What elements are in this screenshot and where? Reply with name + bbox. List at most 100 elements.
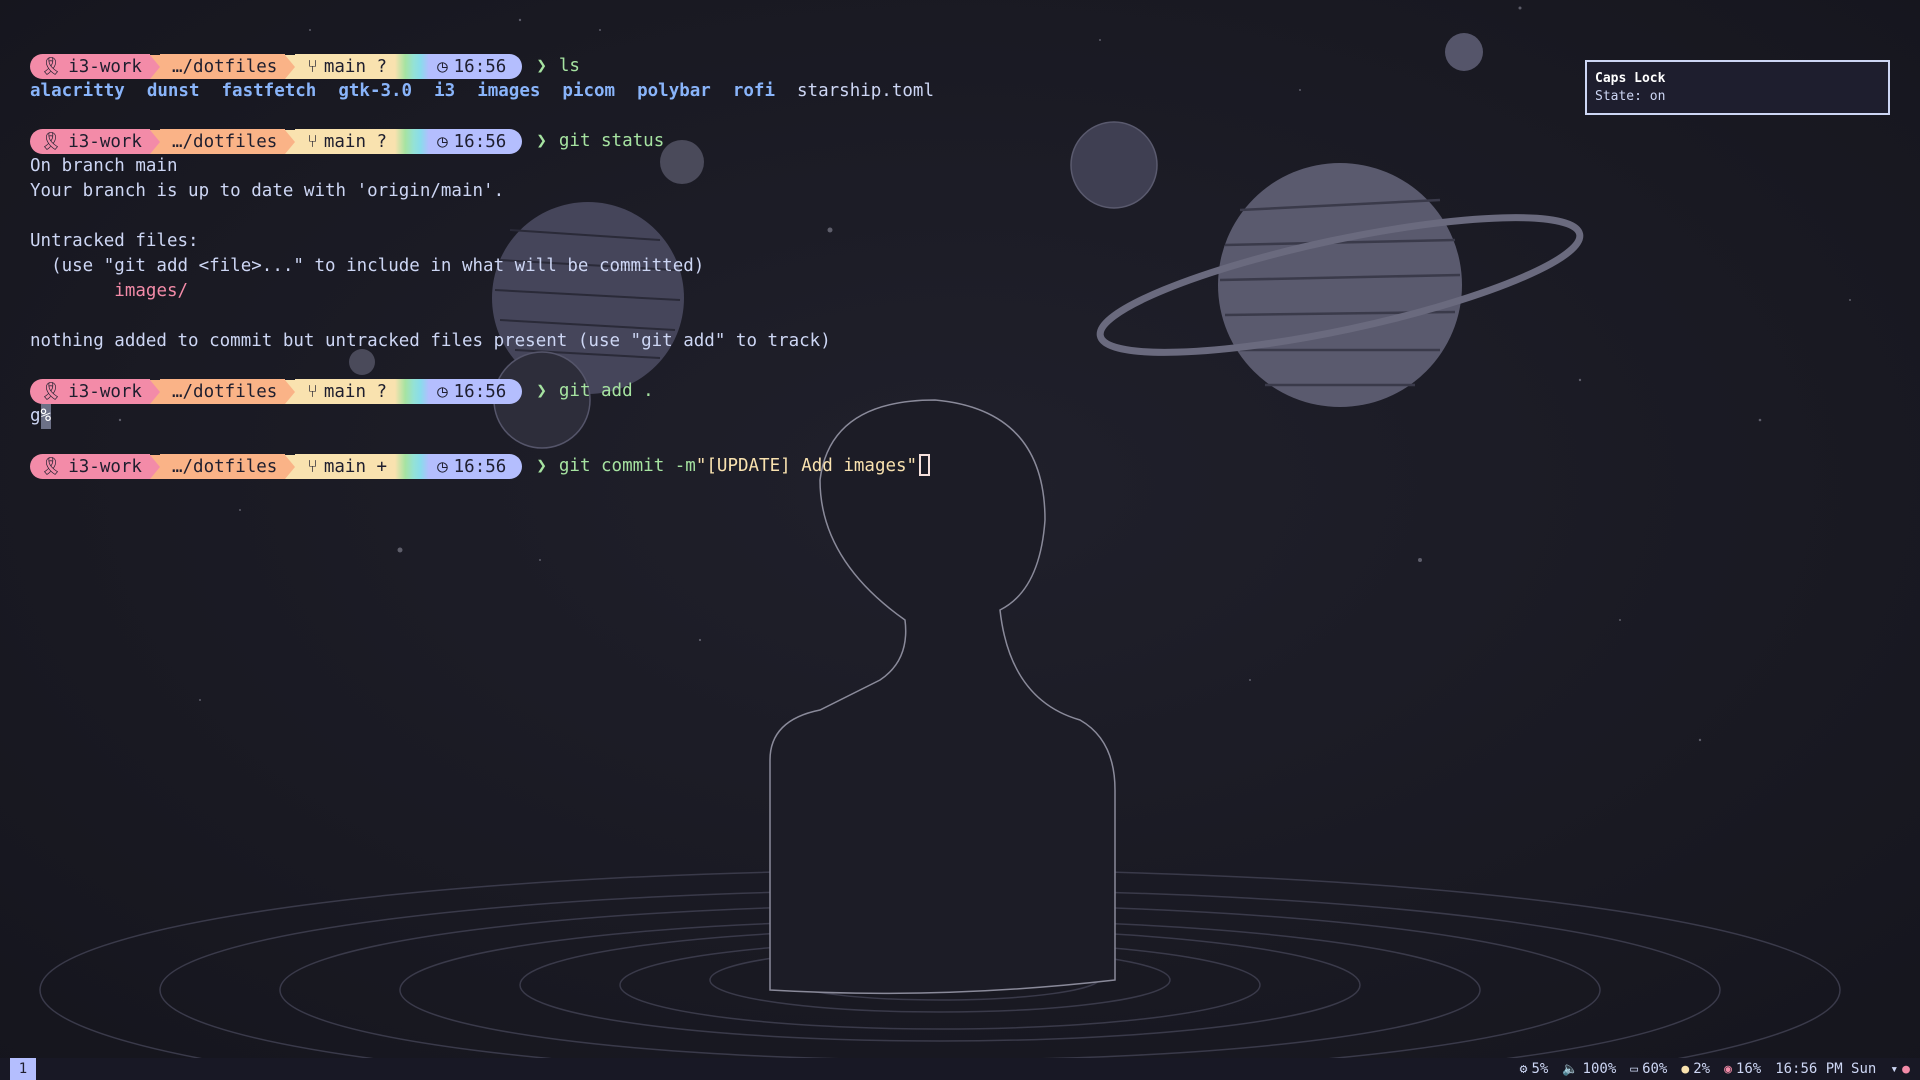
prompt-time: 16:56 — [453, 56, 507, 77]
powerline-gradient — [395, 454, 430, 479]
ribbon-icon: 🎗 — [40, 456, 63, 477]
notification-title: Caps Lock — [1595, 71, 1666, 86]
list-item: alacritty — [30, 81, 125, 101]
command-text: git add . — [558, 381, 654, 401]
module-text: 2% — [1693, 1061, 1711, 1077]
clock-icon: ◷ — [437, 456, 448, 477]
partial-line-marker: % — [40, 404, 52, 429]
prompt-dir: …/dotfiles — [171, 56, 278, 77]
prompt-branch: main — [323, 381, 366, 402]
untracked-file: images/ — [114, 281, 189, 301]
command-text[interactable]: git commit -m — [559, 454, 696, 479]
cpu-module[interactable]: ◉ 16% — [1724, 1061, 1761, 1077]
ls-output: alacritty dunst fastfetch gtk-3.0 i3 ima… — [30, 79, 1530, 104]
workspace-button[interactable]: 1 — [10, 1058, 36, 1080]
output-line: On branch main — [30, 156, 178, 176]
shell-prompt: 🎗 i3-work …/dotfiles ⑂ main ? ◷ 16:56 ❯ ls — [30, 54, 1530, 79]
list-item: images — [477, 81, 541, 101]
powerline-gradient — [395, 54, 430, 79]
prompt-user-segment: 🎗 i3-work — [30, 129, 150, 154]
output-line: nothing added to commit but untracked fi… — [30, 331, 831, 351]
cpu-icon: ◉ — [1724, 1061, 1732, 1077]
prompt-git-segment: ⑂ main + — [295, 454, 396, 479]
prompt-branch: main — [323, 456, 366, 477]
caps-lock-notification[interactable]: Caps Lock State: on — [1585, 60, 1890, 115]
output-line: g% — [30, 404, 1530, 429]
powerline-separator — [149, 454, 160, 479]
prompt-time-segment: ◷ 16:56 — [429, 129, 523, 154]
prompt-dir-segment: …/dotfiles — [159, 129, 286, 154]
prompt-dir-segment: …/dotfiles — [159, 454, 286, 479]
prompt-git-segment: ⑂ main ? — [295, 129, 396, 154]
git-branch-icon: ⑂ — [307, 456, 318, 477]
app-tray-icon: ● — [1902, 1061, 1910, 1077]
ribbon-icon: 🎗 — [40, 56, 63, 77]
git-branch-icon: ⑂ — [307, 56, 318, 77]
prompt-time: 16:56 — [453, 381, 507, 402]
ribbon-icon: 🎗 — [40, 381, 63, 402]
list-item: dunst — [146, 81, 200, 101]
list-item: gtk-3.0 — [338, 81, 413, 101]
command-string[interactable]: "[UPDATE] Add images" — [696, 454, 917, 479]
prompt-user-segment: 🎗 i3-work — [30, 454, 150, 479]
clock-icon: ◷ — [437, 131, 448, 152]
powerline-gradient — [395, 129, 430, 154]
output-line: images/ — [30, 279, 1530, 304]
module-text: 60% — [1642, 1061, 1668, 1077]
powerline-separator — [149, 379, 160, 404]
text-cursor — [919, 454, 931, 476]
clock-module[interactable]: 16:56 PM Sun — [1775, 1061, 1876, 1077]
list-item: picom — [562, 81, 616, 101]
powerline-separator — [149, 129, 160, 154]
battery-module[interactable]: ▭ 60% — [1630, 1061, 1667, 1077]
prompt-user-segment: 🎗 i3-work — [30, 379, 150, 404]
terminal[interactable]: 🎗 i3-work …/dotfiles ⑂ main ? ◷ 16:56 ❯ ls … — [30, 54, 1530, 479]
prompt-dir: …/dotfiles — [171, 381, 278, 402]
shell-prompt: 🎗 i3-work …/dotfiles ⑂ main ? ◷ 16:56 ❯ git… — [30, 379, 1530, 404]
module-text: 16% — [1735, 1061, 1762, 1077]
command-text: git status — [558, 131, 665, 151]
command-text: ls — [558, 56, 580, 76]
powerline-separator — [149, 54, 160, 79]
git-branch-icon: ⑂ — [307, 131, 318, 152]
output-text: g — [30, 406, 41, 426]
powerline-separator — [285, 129, 296, 154]
prompt-user: i3-work — [68, 456, 142, 477]
prompt-char: ❯ — [536, 56, 547, 76]
clock-icon: ◷ — [437, 381, 448, 402]
list-item: fastfetch — [221, 81, 317, 101]
prompt-git-status: ? — [376, 131, 388, 152]
prompt-git-status: ? — [376, 56, 388, 77]
prompt-user: i3-work — [68, 131, 142, 152]
prompt-time: 16:56 — [453, 131, 507, 152]
prompt-user-segment: 🎗 i3-work — [30, 54, 150, 79]
prompt-char: ❯ — [536, 131, 547, 151]
prompt-dir-segment: …/dotfiles — [159, 379, 286, 404]
output-line: (use "git add <file>..." to include in w… — [30, 256, 705, 276]
wifi-icon: ▾ — [1890, 1061, 1899, 1077]
prompt-time: 16:56 — [453, 456, 507, 477]
prompt-branch: main — [323, 56, 366, 77]
prompt-char: ❯ — [536, 381, 547, 401]
module-text: 5% — [1531, 1061, 1549, 1077]
memory-module[interactable]: ● 2% — [1681, 1061, 1710, 1077]
module-text: 16:56 PM Sun — [1775, 1061, 1877, 1077]
memory-icon: ● — [1681, 1061, 1690, 1077]
brightness-module[interactable]: ⚙ 5% — [1520, 1061, 1549, 1077]
powerline-separator — [285, 54, 296, 79]
prompt-dir: …/dotfiles — [171, 456, 278, 477]
bar-modules: ⚙ 5% 🔈 100% ▭ 60% ● 2% ◉ 16% 16:56 PM Sun ▾ ● — [1520, 1061, 1910, 1077]
prompt-user: i3-work — [68, 56, 142, 77]
tray[interactable]: ▾ ● — [1890, 1062, 1910, 1077]
shell-prompt: 🎗 i3-work …/dotfiles ⑂ main + ◷ 16:56 ❯ git… — [30, 454, 1530, 479]
git-branch-icon: ⑂ — [307, 381, 318, 402]
prompt-user: i3-work — [68, 381, 142, 402]
module-text: 100% — [1582, 1061, 1617, 1077]
powerline-gradient — [395, 379, 430, 404]
prompt-branch: main — [323, 131, 366, 152]
prompt-git-status: ? — [376, 381, 388, 402]
volume-module[interactable]: 🔈 100% — [1562, 1061, 1616, 1077]
clock-icon: ◷ — [437, 56, 448, 77]
prompt-dir-segment: …/dotfiles — [159, 54, 286, 79]
prompt-git-segment: ⑂ main ? — [295, 379, 396, 404]
